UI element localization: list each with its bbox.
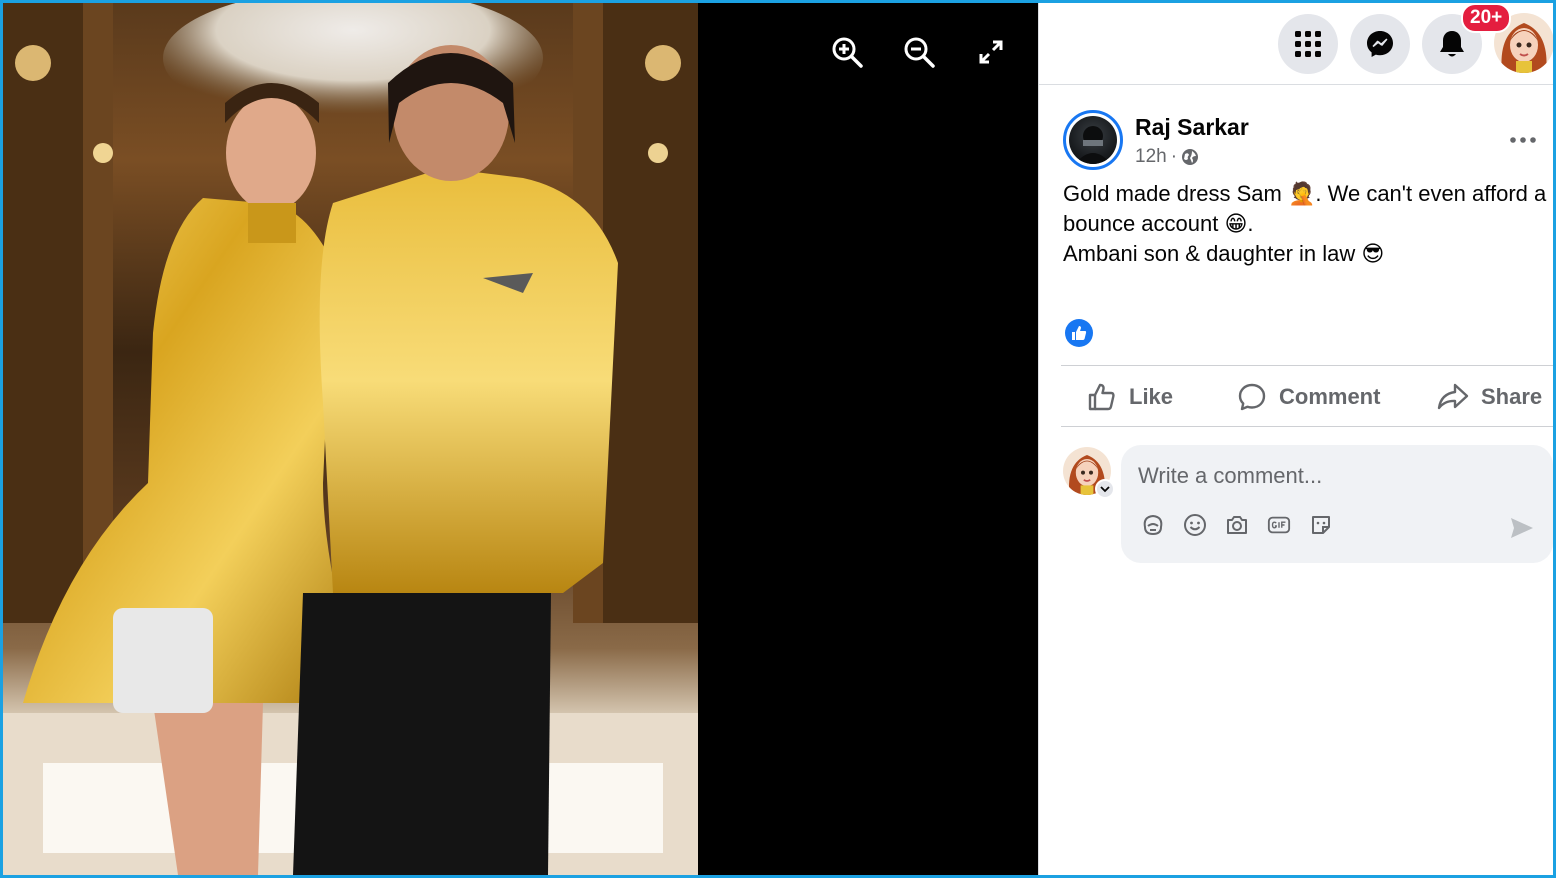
gif-icon — [1267, 516, 1291, 534]
author-avatar[interactable] — [1063, 110, 1123, 170]
avatar-sticker-icon — [1143, 514, 1163, 536]
post-text: Gold made dress Sam 🤦. We can't even aff… — [1063, 179, 1551, 269]
zoom-in-icon — [832, 37, 863, 68]
menu-button[interactable] — [1278, 14, 1338, 74]
post-header: Raj Sarkar 12h · — [1061, 108, 1553, 172]
zoom-out-button[interactable] — [900, 33, 938, 71]
comment-button[interactable]: Comment — [1237, 378, 1380, 416]
author-name[interactable]: Raj Sarkar — [1135, 114, 1249, 141]
like-reaction-icon — [1072, 326, 1087, 340]
emoji-icon — [1184, 514, 1206, 536]
share-button[interactable]: Share — [1437, 378, 1542, 416]
like-label: Like — [1129, 384, 1174, 409]
share-label: Share — [1481, 384, 1543, 409]
messenger-icon — [1367, 31, 1393, 57]
zoom-in-button[interactable] — [828, 33, 866, 71]
profile-switch-button[interactable] — [1095, 479, 1115, 499]
share-icon — [1437, 383, 1469, 410]
post-text-line: Gold made dress Sam 🤦. We can't even aff… — [1063, 181, 1547, 206]
grid-menu-icon — [1295, 31, 1321, 57]
messenger-button[interactable] — [1350, 14, 1410, 74]
reaction-summary[interactable] — [1065, 319, 1093, 347]
fullscreen-icon — [979, 40, 1003, 64]
send-comment-button[interactable] — [1509, 515, 1535, 541]
photo-button[interactable] — [1225, 513, 1249, 537]
post-actions: Like Comment Share — [1061, 365, 1553, 427]
post-panel: 20+ Raj Sarkar 12h · Gold made dress Sam… — [1038, 3, 1554, 875]
post-meta: 12h · — [1135, 146, 1199, 168]
post-text-line: Ambani son & daughter in law 😎 — [1063, 241, 1385, 266]
comment-icon — [1238, 383, 1266, 411]
gif-button[interactable] — [1267, 513, 1291, 537]
photo-viewer — [3, 3, 1038, 875]
comment-label: Comment — [1279, 384, 1381, 409]
top-navigation-bar: 20+ — [1039, 3, 1554, 85]
send-icon — [1511, 518, 1533, 538]
avatar-sticker-button[interactable] — [1141, 513, 1165, 537]
fullscreen-button[interactable] — [972, 33, 1010, 71]
post-text-line: bounce account 😁. — [1063, 211, 1254, 236]
post-options-button[interactable] — [1505, 122, 1541, 158]
emoji-button[interactable] — [1183, 513, 1207, 537]
post-photo[interactable] — [3, 3, 698, 875]
more-options-icon — [1510, 137, 1536, 143]
comment-composer — [1121, 445, 1553, 563]
post-time[interactable]: 12h — [1135, 146, 1167, 168]
like-button[interactable]: Like — [1087, 378, 1173, 416]
bell-icon — [1440, 31, 1464, 57]
zoom-out-icon — [904, 37, 935, 68]
comment-input[interactable] — [1138, 459, 1528, 493]
chevron-down-icon — [1100, 486, 1110, 493]
notification-badge: 20+ — [1461, 3, 1512, 33]
sticker-icon — [1312, 516, 1330, 534]
photo-illustration — [3, 3, 698, 875]
globe-icon — [1182, 149, 1199, 165]
meta-separator: · — [1170, 146, 1178, 167]
author-avatar-image — [1075, 126, 1111, 164]
sticker-button[interactable] — [1309, 513, 1333, 537]
thumbs-up-icon — [1088, 383, 1115, 411]
camera-icon — [1227, 516, 1247, 534]
